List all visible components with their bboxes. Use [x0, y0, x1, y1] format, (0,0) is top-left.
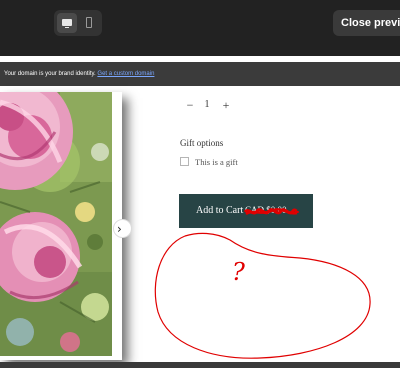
gift-checkbox-label[interactable]: This is a gift [195, 157, 238, 167]
quantity-value[interactable]: 1 [200, 97, 214, 113]
gift-options-heading: Gift options [180, 138, 224, 148]
carousel-next-button[interactable]: › [113, 219, 132, 238]
desktop-view-button[interactable] [57, 13, 77, 33]
device-switcher [54, 10, 102, 36]
quantity-increase-button[interactable]: + [220, 97, 232, 113]
preview-toolbar: Close preview [0, 0, 400, 56]
annotation-question-mark: ? [232, 258, 245, 286]
quantity-decrease-button[interactable]: − [185, 97, 195, 113]
quantity-stepper: − 1 + [180, 95, 236, 115]
add-to-cart-label: Add to Cart [196, 205, 244, 216]
domain-banner: Your domain is your brand identity. Get … [0, 62, 400, 86]
bottom-strip [0, 362, 400, 368]
custom-domain-link[interactable]: Get a custom domain [97, 71, 154, 77]
red-annotation-ellipse: ? [154, 232, 371, 359]
banner-text: Your domain is your brand identity. [4, 71, 96, 77]
close-preview-button[interactable]: Close preview [333, 10, 400, 36]
price-redaction-scribble [243, 208, 299, 216]
chevron-right-icon: › [117, 222, 122, 236]
mobile-icon [86, 17, 92, 28]
mobile-view-button[interactable] [79, 13, 99, 33]
gift-checkbox[interactable] [180, 157, 189, 166]
product-image[interactable] [0, 92, 112, 356]
painting-artwork [0, 92, 112, 356]
